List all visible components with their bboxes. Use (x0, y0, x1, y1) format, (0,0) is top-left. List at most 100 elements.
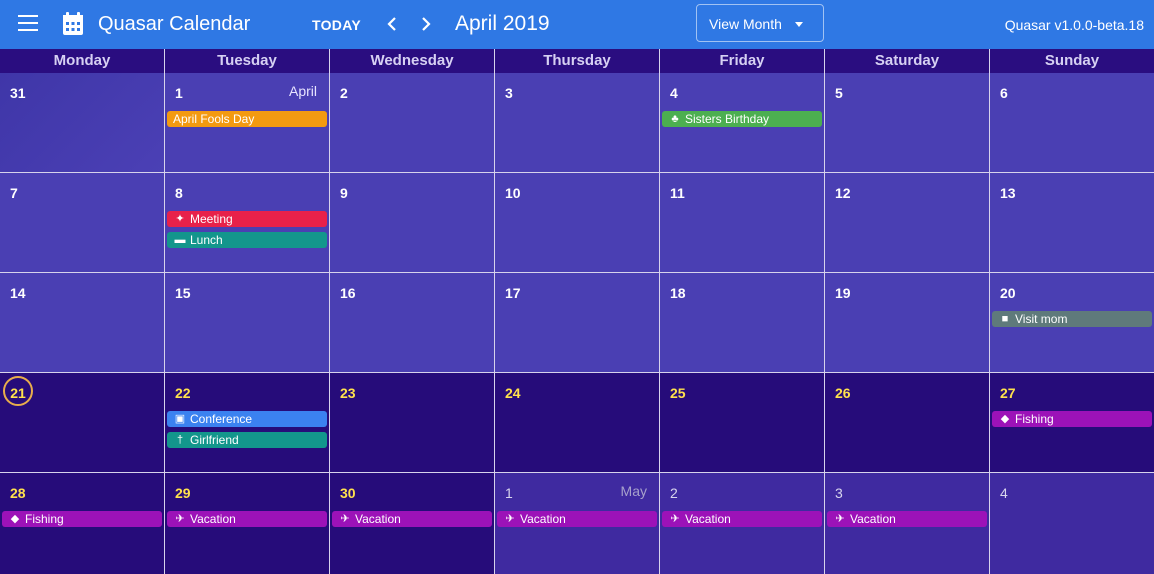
chevron-left-icon[interactable] (379, 11, 405, 37)
day-cell[interactable]: 12 (825, 173, 989, 272)
day-cell[interactable]: 19 (825, 273, 989, 372)
menu-icon[interactable] (18, 15, 38, 33)
day-number[interactable]: 9 (340, 185, 348, 201)
day-cell[interactable]: 3 (495, 73, 659, 172)
day-cell[interactable]: 14 (0, 273, 164, 372)
day-number[interactable]: 7 (10, 185, 18, 201)
day-cell[interactable]: 31 (0, 73, 164, 172)
day-cell[interactable]: 25 (660, 373, 824, 472)
day-number[interactable]: 1 (505, 485, 513, 501)
day-number[interactable]: 30 (340, 485, 356, 501)
day-number[interactable]: 5 (835, 85, 843, 101)
day-cell[interactable]: 18 (660, 273, 824, 372)
plane-icon: ✈ (835, 513, 845, 525)
day-number[interactable]: 4 (1000, 485, 1008, 501)
day-number[interactable]: 12 (835, 185, 851, 201)
day-number: 21 (10, 385, 26, 401)
calendar-event[interactable]: ♣ Sisters Birthday (662, 111, 822, 127)
day-cell[interactable]: 29 ✈ Vacation (165, 473, 329, 574)
day-cell[interactable]: 20 ■ Visit mom (990, 273, 1154, 372)
event-label: Vacation (190, 512, 236, 526)
event-label: April Fools Day (173, 112, 255, 126)
day-number[interactable]: 23 (340, 385, 356, 401)
today-button[interactable]: TODAY (312, 17, 361, 33)
calendar-event[interactable]: ✈ Vacation (497, 511, 657, 527)
day-cell[interactable]: 2 ✈ Vacation (660, 473, 824, 574)
calendar-event[interactable]: ■ Visit mom (992, 311, 1152, 327)
day-cell[interactable]: 15 (165, 273, 329, 372)
day-cell[interactable]: 8 ✦ Meeting ▬ Lunch (165, 173, 329, 272)
utensils-icon: † (176, 434, 184, 446)
day-number[interactable]: 15 (175, 285, 191, 301)
day-number[interactable]: 26 (835, 385, 851, 401)
day-cell[interactable]: 24 (495, 373, 659, 472)
day-cell[interactable]: 10 (495, 173, 659, 272)
calendar-event[interactable]: ✦ Meeting (167, 211, 327, 227)
day-number[interactable]: 14 (10, 285, 26, 301)
day-number[interactable]: 17 (505, 285, 521, 301)
day-number[interactable]: 27 (1000, 385, 1016, 401)
view-select[interactable]: View Month (696, 4, 824, 42)
day-cell[interactable]: 1 April April Fools Day (165, 73, 329, 172)
cake-icon: ♣ (671, 113, 679, 125)
calendar-event[interactable]: April Fools Day (167, 111, 327, 127)
day-number[interactable]: 3 (505, 85, 513, 101)
calendar-event[interactable]: ◆ Fishing (992, 411, 1152, 427)
calendar-event[interactable]: ▣ Conference (167, 411, 327, 427)
day-cell[interactable]: 22 ▣ Conference † Girlfriend (165, 373, 329, 472)
day-number[interactable]: 20 (1000, 285, 1016, 301)
today-indicator[interactable]: 21 (3, 376, 33, 406)
day-number[interactable]: 1 (175, 85, 183, 101)
calendar-event[interactable]: ✈ Vacation (827, 511, 987, 527)
day-number[interactable]: 25 (670, 385, 686, 401)
day-number[interactable]: 18 (670, 285, 686, 301)
day-cell[interactable]: 9 (330, 173, 494, 272)
event-label: Vacation (850, 512, 896, 526)
calendar-grid: 31 1 April April Fools Day 2 3 4 ♣ Sisters Birth… (0, 73, 1154, 574)
day-cell[interactable]: 26 (825, 373, 989, 472)
day-cell[interactable]: 17 (495, 273, 659, 372)
calendar-event[interactable]: ▬ Lunch (167, 232, 327, 248)
day-number[interactable]: 2 (670, 485, 678, 501)
chevron-right-icon[interactable] (413, 11, 439, 37)
day-cell[interactable]: 21 (0, 373, 164, 472)
day-cell[interactable]: 11 (660, 173, 824, 272)
car-icon: ■ (1001, 313, 1009, 325)
day-number[interactable]: 29 (175, 485, 191, 501)
day-cell[interactable]: 4 ♣ Sisters Birthday (660, 73, 824, 172)
day-cell[interactable]: 3 ✈ Vacation (825, 473, 989, 574)
day-number[interactable]: 19 (835, 285, 851, 301)
day-number[interactable]: 11 (670, 185, 685, 201)
calendar-event[interactable]: ✈ Vacation (662, 511, 822, 527)
day-cell[interactable]: 6 (990, 73, 1154, 172)
day-number[interactable]: 10 (505, 185, 521, 201)
calendar-event[interactable]: † Girlfriend (167, 432, 327, 448)
day-cell[interactable]: 4 (990, 473, 1154, 574)
day-cell[interactable]: 23 (330, 373, 494, 472)
weekday-tuesday: Tuesday (165, 49, 330, 73)
day-cell[interactable]: 1 May ✈ Vacation (495, 473, 659, 574)
day-number[interactable]: 2 (340, 85, 348, 101)
day-number[interactable]: 16 (340, 285, 356, 301)
calendar-event[interactable]: ✈ Vacation (332, 511, 492, 527)
day-cell[interactable]: 27 ◆ Fishing (990, 373, 1154, 472)
day-number[interactable]: 13 (1000, 185, 1016, 201)
day-cell[interactable]: 5 (825, 73, 989, 172)
day-number[interactable]: 31 (10, 85, 26, 101)
day-cell[interactable]: 16 (330, 273, 494, 372)
day-cell[interactable]: 30 ✈ Vacation (330, 473, 494, 574)
day-number[interactable]: 6 (1000, 85, 1008, 101)
day-number[interactable]: 22 (175, 385, 191, 401)
event-label: Lunch (190, 233, 223, 247)
day-number[interactable]: 24 (505, 385, 521, 401)
day-cell[interactable]: 2 (330, 73, 494, 172)
day-cell[interactable]: 28 ◆ Fishing (0, 473, 164, 574)
day-number[interactable]: 4 (670, 85, 678, 101)
day-number[interactable]: 3 (835, 485, 843, 501)
day-cell[interactable]: 7 (0, 173, 164, 272)
day-cell[interactable]: 13 (990, 173, 1154, 272)
calendar-event[interactable]: ◆ Fishing (2, 511, 162, 527)
calendar-event[interactable]: ✈ Vacation (167, 511, 327, 527)
day-number[interactable]: 8 (175, 185, 183, 201)
day-number[interactable]: 28 (10, 485, 26, 501)
